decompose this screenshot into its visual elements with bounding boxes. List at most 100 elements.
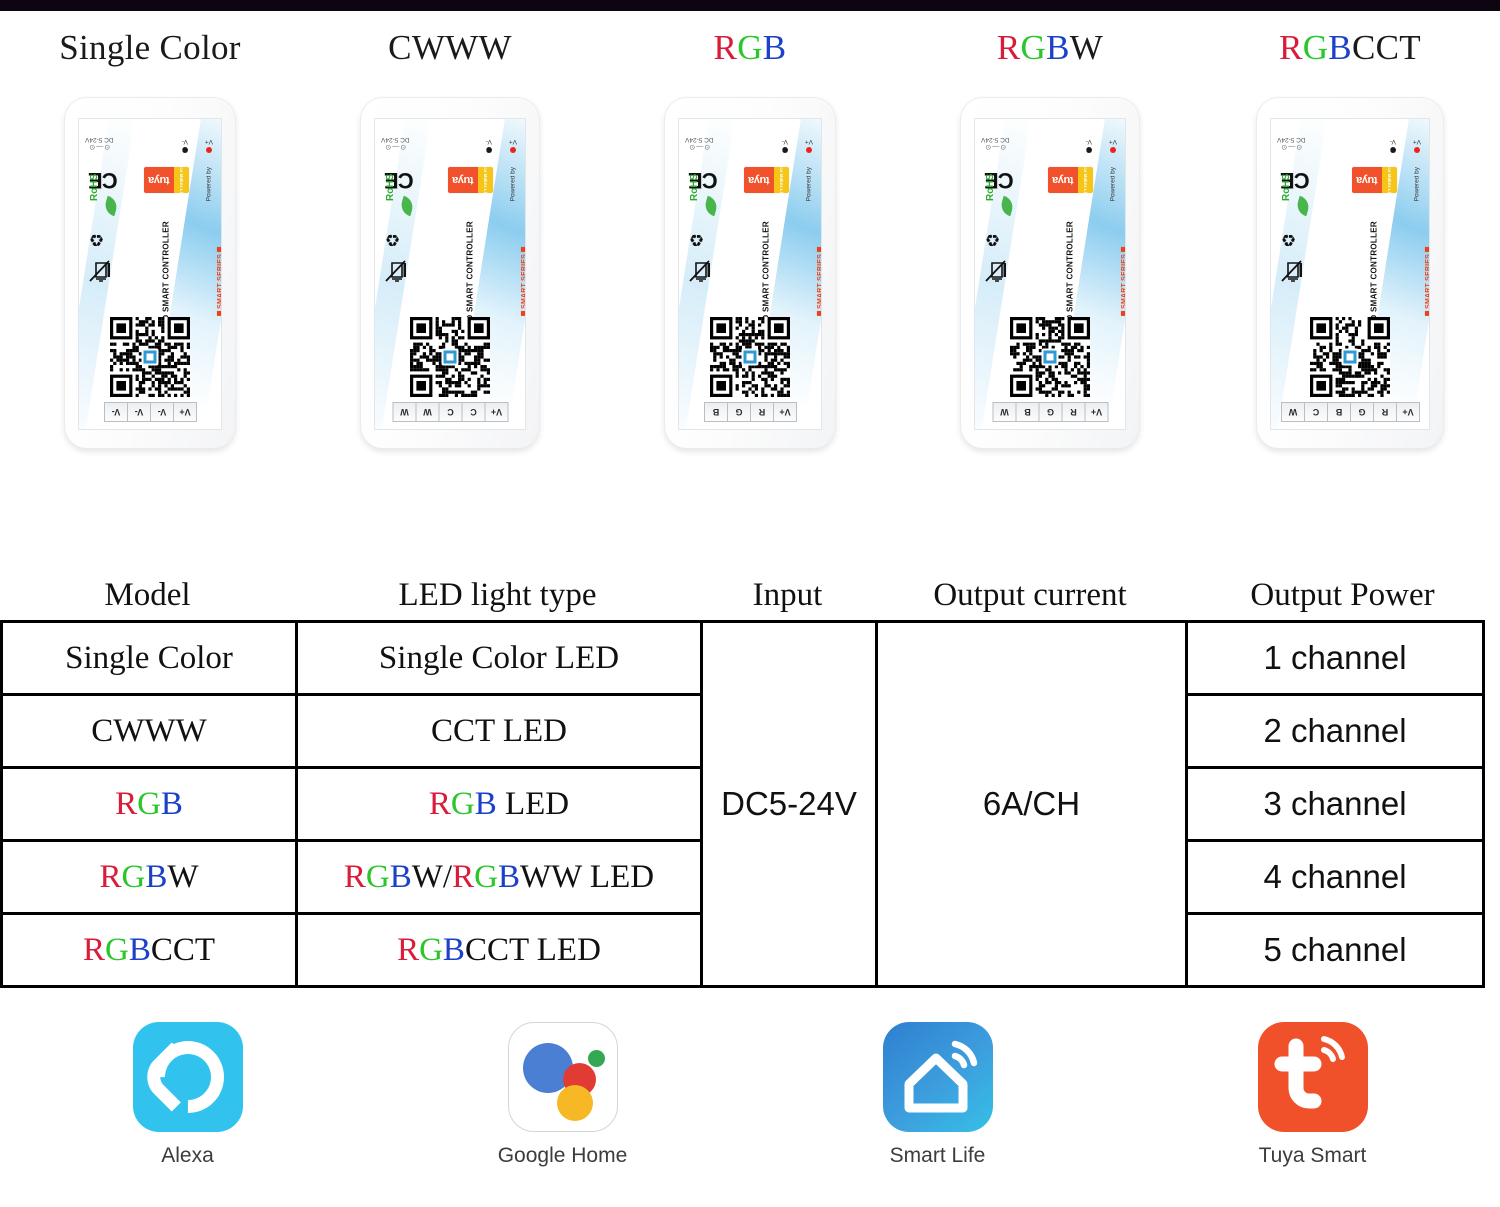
cell-led-type-3: RGBW/RGBWW LED (295, 839, 703, 915)
powered-by-text: Powered by (509, 167, 516, 202)
output-terminal-block: V+ R G B (704, 402, 797, 422)
dc-voltage-text: DC 5-24V (1277, 136, 1306, 143)
device-label-3: ⊙—⊙ DC 5-24V V+ V- CE RoHS ♻ Powered by Intellig… (974, 118, 1126, 430)
certification-block: CE RoHS ♻ Powered by Intelligence Makes Life… (85, 148, 221, 331)
controller-type-text: LED SMART CONTROLLER (1369, 221, 1378, 332)
terminal-Vminus: V- (127, 402, 151, 422)
terminal-B: B (1327, 402, 1351, 422)
terminal-Vplus: V+ (1396, 402, 1420, 422)
product-card-1: CWWW ⊙—⊙ DC 5-24V V+ V- CE RoHS ♻ Powered by Inte… (300, 28, 600, 448)
qr-code (110, 317, 190, 397)
dc-input-mark: ⊙—⊙ DC 5-24V (981, 136, 1010, 151)
brand-sub-text: SMART SERIES (817, 245, 821, 318)
product-card-2: RGB ⊙—⊙ DC 5-24V V+ V- CE RoHS ♻ Powered by Intel… (600, 28, 900, 448)
google-dot-green (587, 1050, 605, 1067)
table-row: Single Color Single Color LED DC5-24V 6A/CH… (0, 620, 1485, 988)
terminal-Vplus: V+ (173, 402, 197, 422)
leaf-icon (998, 195, 1016, 217)
cell-output-power-3: 4 channel (1185, 839, 1485, 915)
status-leds: V+ V- (1086, 138, 1117, 153)
app-smart-life[interactable]: Smart Life (750, 1022, 1125, 1168)
output-terminal-block: V+ R G B C W (1281, 402, 1420, 422)
cell-model-3: RGBW (0, 839, 298, 915)
rohs-mark-icon: RoHS (689, 173, 700, 201)
tuya-badge-right: tuya (744, 167, 774, 193)
product-gallery: Single Color ⊙—⊙ DC 5-24V V+ V- CE RoHS ♻ Powere… (0, 28, 1500, 498)
dc-input-mark: ⊙—⊙ DC 5-24V (1277, 136, 1306, 151)
terminal-Vplus: V+ (773, 402, 797, 422)
led-controller-device-1: ⊙—⊙ DC 5-24V V+ V- CE RoHS ♻ Powered by Intellig… (361, 98, 539, 448)
output-terminal-block: V+ R G B W (992, 402, 1109, 422)
header-output-power: Output Power (1250, 576, 1435, 613)
cell-output-current-value: 6A/CH (875, 620, 1188, 988)
leaf-icon (1294, 195, 1312, 217)
output-terminal-block: V+ V- V- V- (104, 402, 197, 422)
qr-center-logo (141, 348, 159, 366)
brand-sub-text: SMART SERIES (1121, 245, 1125, 318)
dc-symbol-icon: ⊙—⊙ (1280, 143, 1303, 150)
recycle-icon: ♻ (1281, 230, 1297, 249)
brand-sub-text: SMART SERIES (521, 245, 525, 318)
recycle-icon: ♻ (385, 230, 401, 249)
controller-type-text: LED SMART CONTROLLER (761, 221, 770, 332)
leaf-icon (702, 195, 720, 217)
qr-code (1310, 317, 1390, 397)
dc-symbol-icon: ⊙—⊙ (984, 143, 1007, 150)
status-leds: V+ V- (1390, 138, 1421, 153)
terminal-B: B (704, 402, 728, 422)
dc-symbol-icon: ⊙—⊙ (384, 143, 407, 150)
red-led-dot (509, 147, 516, 153)
powered-by-text: Powered by (805, 167, 812, 202)
led-positive-indicator: V+ (1109, 138, 1117, 153)
tuya-badge-right: tuya (1048, 167, 1078, 193)
powered-by-text: Powered by (1413, 167, 1420, 202)
app-tuya-smart[interactable]: Tuya Smart (1125, 1022, 1500, 1168)
terminal-W: W (415, 402, 440, 422)
dc-voltage-text: DC 5-24V (685, 136, 714, 143)
tuya-badge-left: Intelligence Makes Life Better (174, 148, 189, 212)
app-google-home[interactable]: Google Home (375, 1022, 750, 1168)
qr-center-logo (1041, 348, 1059, 366)
cell-led-type-2: RGB LED (295, 766, 703, 842)
product-title-2: RGB (713, 28, 787, 67)
tuya-badge-left: Intelligence Makes Life Better (774, 148, 789, 212)
header-input: Input (752, 576, 823, 613)
tuya-badge-left: Intelligence Makes Life Better (1078, 148, 1093, 212)
weee-bin-icon (1280, 259, 1302, 283)
dc-voltage-text: DC 5-24V (381, 136, 410, 143)
device-top-zone: ⊙—⊙ DC 5-24V V+ V- (1271, 119, 1429, 159)
header-led-light-type: LED light type (398, 576, 597, 613)
terminal-R: R (750, 402, 774, 422)
product-card-3: RGBW ⊙—⊙ DC 5-24V V+ V- CE RoHS ♻ Powered by Inte… (900, 28, 1200, 448)
terminal-W: W (1281, 402, 1305, 422)
brand-block: AI2-FUTURESMART SERIESLED SMART CONTROLL… (1009, 215, 1125, 331)
status-leds: V+ V- (182, 138, 213, 153)
qr-center-logo (1341, 348, 1359, 366)
device-label-0: ⊙—⊙ DC 5-24V V+ V- CE RoHS ♻ Powered by Intellig… (78, 118, 222, 430)
device-label-4: ⊙—⊙ DC 5-24V V+ V- CE RoHS ♻ Powered by Intellig… (1270, 118, 1430, 430)
terminal-R: R (1061, 402, 1086, 422)
device-label-2: ⊙—⊙ DC 5-24V V+ V- CE RoHS ♻ Powered by Intellig… (678, 118, 822, 430)
certification-block: CE RoHS ♻ Powered by Intelligence Makes Life… (981, 148, 1125, 331)
red-led-dot (805, 147, 812, 153)
cell-output-power-2: 3 channel (1185, 766, 1485, 842)
cell-output-power-4: 5 channel (1185, 912, 1485, 988)
cell-led-type-4: RGBCCT LED (295, 912, 703, 988)
app-label-google-home: Google Home (497, 1144, 628, 1167)
product-card-0: Single Color ⊙—⊙ DC 5-24V V+ V- CE RoHS ♻ Powere… (0, 28, 300, 448)
spec-table: Single Color Single Color LED DC5-24V 6A/CH… (0, 620, 1485, 988)
cell-led-type-0: Single Color LED (295, 620, 703, 696)
terminal-Vminus: V- (104, 402, 128, 422)
certification-block: CE RoHS ♻ Powered by Intelligence Makes Life… (1277, 148, 1429, 331)
weee-bin-icon (384, 259, 406, 283)
cell-model-2: RGB (0, 766, 298, 842)
red-led-dot (1109, 147, 1116, 153)
rohs-mark-icon: RoHS (89, 173, 100, 201)
qr-code (410, 317, 490, 397)
dc-symbol-icon: ⊙—⊙ (688, 143, 711, 150)
app-alexa[interactable]: Alexa (0, 1022, 375, 1168)
terminal-C: C (461, 402, 486, 422)
google-dot-yellow (556, 1085, 593, 1121)
rohs-mark-icon: RoHS (985, 173, 996, 201)
brand-sub-text: SMART SERIES (1425, 245, 1429, 318)
